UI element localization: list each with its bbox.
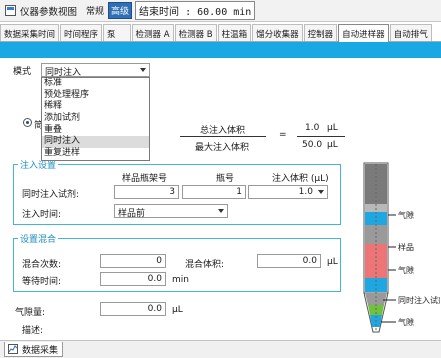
fraction-line-values (297, 136, 345, 137)
injection-volume-select[interactable]: 1.0 (248, 185, 328, 199)
tab-fraction-collector[interactable]: 馏分收集器 (252, 24, 303, 41)
tab-controller[interactable]: 控制器 (303, 24, 338, 41)
section-header-bar (0, 42, 441, 58)
mode-select[interactable]: 同时注入 (41, 63, 150, 78)
tab-pump[interactable]: 泵 (103, 24, 131, 41)
mode-option[interactable]: 稀释 (42, 101, 149, 113)
mode-label: 模式 (13, 67, 32, 77)
window-icon (5, 5, 16, 16)
mode-option[interactable]: 标准 (42, 78, 149, 90)
syringe-diagram: 气隙 样品 气隙 同时注入试剂 气隙 (363, 162, 440, 333)
tab-time-program[interactable]: 时间程序 (60, 24, 103, 41)
injection-volume-value: 1.0 (298, 187, 313, 197)
injection-time-value: 样品前 (118, 209, 146, 219)
simultaneous-reagent-label: 同时注入试剂: (22, 190, 80, 200)
syringe-label-air-bottom: 气隙 (398, 317, 414, 327)
tab-detector-a[interactable]: 检测器 A (131, 24, 174, 41)
mix-volume-input[interactable]: 0.0 (257, 254, 321, 268)
needle-segment (365, 293, 387, 305)
chevron-down-icon (218, 209, 224, 213)
volume-column-header: 注入体积 (μL) (272, 174, 329, 184)
mode-option[interactable]: 重复进样 (42, 148, 149, 160)
tab-strip: 数据采集时间 时间程序 泵 检测器 A 检测器 B 柱温箱 馏分收集器 控制器 … (0, 24, 441, 42)
total-volume-unit: μL (327, 123, 338, 133)
mode-normal-button[interactable]: 常规 (83, 2, 107, 19)
tab-detector-b[interactable]: 检测器 B (174, 24, 217, 41)
syringe-label-air-mid: 气隙 (398, 265, 414, 275)
mode-option[interactable]: 重叠 (42, 125, 149, 137)
injection-time-label: 注入时间: (22, 210, 62, 220)
data-acquisition-tab-label: 数据采集 (22, 345, 59, 356)
injection-time-select[interactable]: 样品前 (114, 204, 228, 219)
mix-settings-legend: 设置混合 (18, 232, 59, 245)
simple-mode-radio[interactable] (23, 118, 32, 127)
fraction-line (180, 136, 266, 137)
syringe-label-reagent: 同时注入试剂 (398, 295, 440, 305)
tab-autosampler[interactable]: 自动进样器 (338, 24, 389, 42)
mix-count-input[interactable]: 0 (100, 254, 166, 268)
chevron-down-icon (140, 68, 146, 72)
max-volume-unit: μL (327, 140, 338, 150)
mix-count-label: 混合次数: (22, 260, 62, 270)
data-acquisition-tab[interactable]: 数据采集 (4, 342, 64, 357)
end-time-display[interactable]: 结束时间 : 60.00 min (135, 1, 256, 20)
description-label: 描述: (22, 326, 44, 336)
data-acquisition-icon (8, 344, 18, 354)
max-volume-label: 最大注入体积 (195, 143, 250, 153)
mix-volume-label: 混合体积: (185, 260, 225, 270)
tab-column-oven[interactable]: 柱温箱 (217, 24, 252, 41)
total-volume-value: 1.0 (305, 123, 320, 133)
window-titlebar: 仪器参数视图 常规 高级 结束时间 : 60.00 min (0, 0, 441, 22)
mode-option[interactable]: 添加试剂 (42, 113, 149, 125)
vial-number-input[interactable]: 1 (182, 185, 246, 199)
air-gap-input[interactable]: 0.0 (100, 302, 166, 316)
rack-column-header: 样品瓶架号 (122, 174, 168, 184)
vial-column-header: 瓶号 (216, 174, 235, 184)
tab-data-acquisition-time[interactable]: 数据采集时间 (0, 24, 60, 41)
syringe-label-air-top: 气隙 (398, 210, 414, 220)
mix-volume-unit: μL (327, 257, 338, 267)
wait-time-unit: min (172, 275, 189, 285)
window-title: 仪器参数视图 (20, 6, 78, 18)
bottom-tab-bar: 数据采集 (0, 340, 441, 358)
air-gap-unit: μL (172, 305, 183, 315)
wait-time-input[interactable]: 0.0 (100, 272, 166, 286)
equals-sign: = (279, 130, 287, 140)
chevron-down-icon (318, 190, 324, 194)
tab-auto-purge[interactable]: 自动排气 (389, 24, 432, 41)
mode-advanced-button[interactable]: 高级 (108, 2, 133, 19)
syringe-label-sample: 样品 (398, 242, 414, 252)
total-volume-label: 总注入体积 (200, 126, 246, 136)
mode-option-selected[interactable]: 同时注入 (42, 136, 149, 149)
rack-number-input[interactable]: 3 (114, 185, 179, 199)
max-volume-value: 50.0 (302, 140, 323, 150)
mode-dropdown-list: 标准 预处理程序 稀释 添加试剂 重叠 同时注入 重复进样 (41, 77, 150, 161)
wait-time-label: 等待时间: (22, 277, 62, 287)
mode-option[interactable]: 预处理程序 (42, 90, 149, 102)
air-gap-label: 气隙量: (15, 308, 46, 318)
